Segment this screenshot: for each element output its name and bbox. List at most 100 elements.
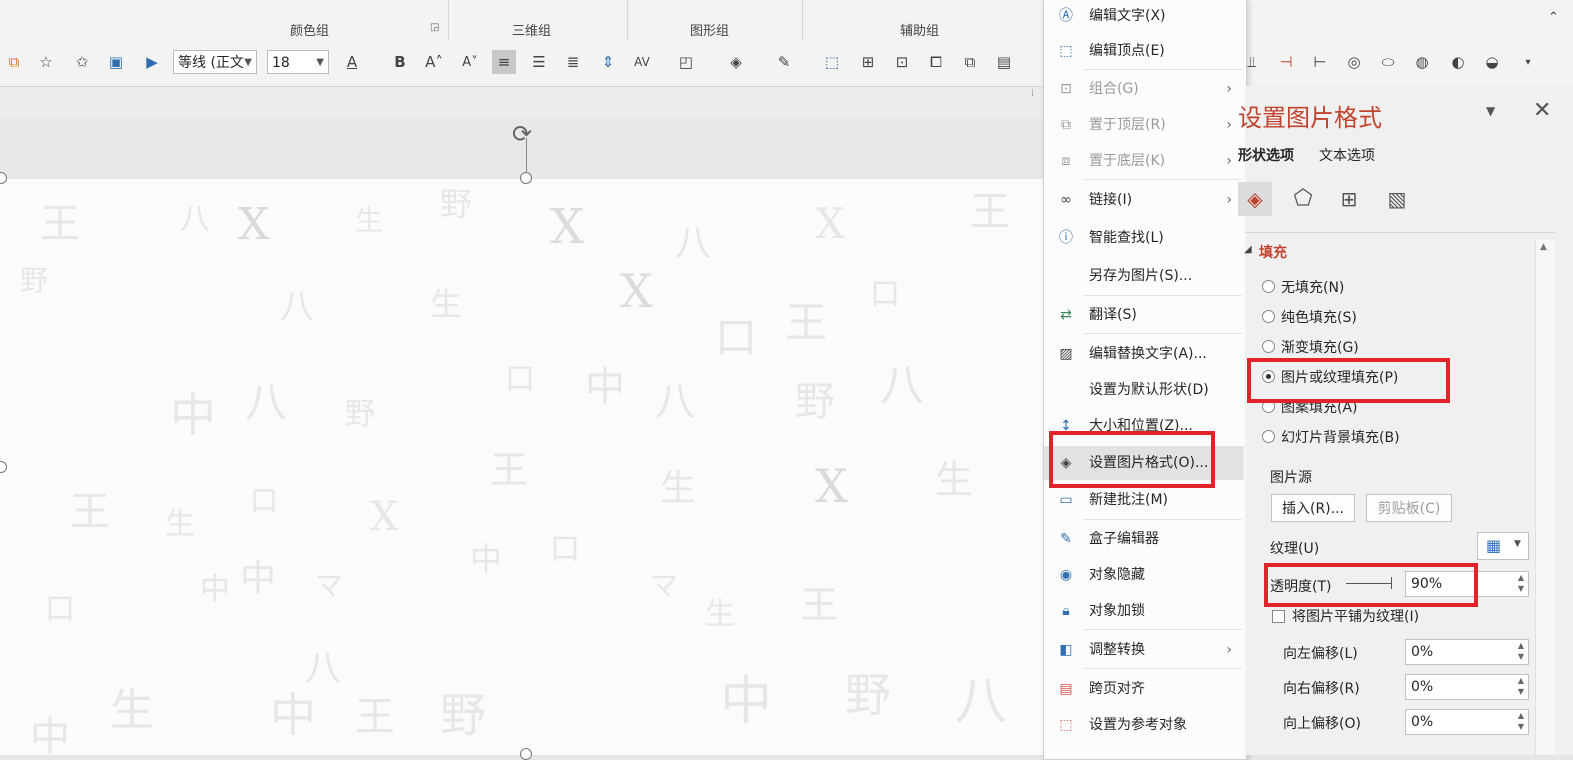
menu-item-cross-page-align[interactable]: ▤ 跨页对齐 <box>1044 674 1244 704</box>
tab-text-options[interactable]: 文本选项 <box>1319 145 1375 165</box>
font-size-select[interactable]: 18 ▼ <box>267 50 329 74</box>
menu-item-translate[interactable]: ⇄ 翻译(S) <box>1044 300 1244 330</box>
arrange-icon[interactable]: ⧠ <box>924 50 948 74</box>
play-frame-icon[interactable]: ▶ <box>140 50 164 74</box>
edit-points-icon: ⬚ <box>1059 43 1073 59</box>
more-icon[interactable]: ▾ <box>1516 50 1540 74</box>
group-icon[interactable]: ▤ <box>992 50 1016 74</box>
texture-glyph: 中 <box>470 540 503 578</box>
dialog-launcher-icon[interactable]: ◲ <box>430 22 439 33</box>
divider <box>802 0 803 40</box>
menu-item-new-comment[interactable]: ▭ 新建批注(M) <box>1044 485 1244 515</box>
menu-item-link[interactable]: ∞ 链接(I) › <box>1044 185 1244 215</box>
texture-glyph: マ <box>315 569 344 602</box>
offset-value: 0% <box>1411 679 1434 695</box>
radio-no-fill[interactable] <box>1262 280 1275 293</box>
shape-select-icon[interactable]: ⧉ <box>2 50 26 74</box>
tab-shape-options[interactable]: 形状选项 <box>1238 145 1294 165</box>
chevron-down-icon: ▼ <box>1514 539 1521 549</box>
select-icon[interactable]: ⬚ <box>820 50 844 74</box>
radio-gradient-fill[interactable] <box>1262 340 1275 353</box>
align-right-icon[interactable]: ⊣ <box>1274 50 1298 74</box>
radio-solid-fill[interactable] <box>1262 310 1275 323</box>
menu-item-hide-object[interactable]: ◉ 对象隐藏 <box>1044 560 1244 590</box>
resize-handle[interactable] <box>520 748 532 760</box>
fill-line-icon[interactable]: ◈ <box>1238 182 1272 216</box>
subtract-icon[interactable]: ◒ <box>1480 50 1504 74</box>
menu-item-edit-text[interactable]: Ⓐ 编辑文字(X) <box>1044 1 1244 31</box>
font-color-icon[interactable]: A <box>340 50 364 74</box>
menu-item-set-reference-object[interactable]: ⬚ 设置为参考对象 <box>1044 710 1244 740</box>
effects-icon[interactable]: ⬠ <box>1286 182 1320 216</box>
texture-glyph: 口 <box>715 313 758 362</box>
align-center-icon[interactable]: ≡ <box>492 50 516 74</box>
offset-right-input[interactable]: 0% ▲ ▼ <box>1405 674 1529 700</box>
combine-icon[interactable]: ◍ <box>1410 50 1434 74</box>
text-box-icon[interactable]: ▣ <box>104 50 128 74</box>
menu-item-group[interactable]: ⊡ 组合(G) › <box>1044 74 1244 104</box>
menu-item-set-default-shape[interactable]: 设置为默认形状(D) <box>1044 375 1244 405</box>
menu-item-edit-alt-text[interactable]: ▨ 编辑替换文字(A)... <box>1044 339 1244 369</box>
spinner-icon[interactable]: ▲ ▼ <box>1514 640 1528 664</box>
distribute-icon[interactable]: ⇕ <box>596 50 620 74</box>
menu-item-send-to-back[interactable]: ⧈ 置于底层(K) › <box>1044 146 1244 176</box>
ribbon-group-label: 图形组 <box>690 24 730 39</box>
offset-left-input[interactable]: 0% ▲ ▼ <box>1405 639 1529 665</box>
fill-section-heading[interactable]: 填充 <box>1259 242 1287 262</box>
menu-item-save-as-picture[interactable]: 另存为图片(S)... <box>1044 261 1244 291</box>
menu-item-lock-object[interactable]: 🔒︎ 对象加锁 <box>1044 596 1244 626</box>
shape-outline-icon[interactable]: ◰ <box>674 50 698 74</box>
resize-handle[interactable] <box>520 172 532 184</box>
spinner-icon[interactable]: ▲ ▼ <box>1514 572 1528 596</box>
align-objects-icon[interactable]: ⊡ <box>890 50 914 74</box>
tile-checkbox[interactable] <box>1272 610 1285 623</box>
ribbon-group-bar: 颜色组 ◲ 三维组 图形组 辅助组 ⌃ <box>0 0 1573 43</box>
clipboard-button[interactable]: 剪贴板(C) <box>1366 494 1452 522</box>
font-name-select[interactable]: 等线 (正文 ▼ <box>173 50 257 74</box>
spinner-icon[interactable]: ▲ ▼ <box>1514 710 1528 734</box>
menu-item-bring-to-front[interactable]: ⧉ 置于顶层(R) › <box>1044 110 1244 140</box>
intersect-icon[interactable]: ◐ <box>1446 50 1470 74</box>
union-icon[interactable]: ⬭ <box>1376 50 1400 74</box>
collapse-icon[interactable]: ⁞ <box>1031 88 1034 99</box>
close-icon[interactable]: ✕ <box>1533 98 1551 123</box>
star-icon[interactable]: ☆ <box>34 50 58 74</box>
spinner-icon[interactable]: ▲ ▼ <box>1514 675 1528 699</box>
pane-options-icon[interactable]: ▼ <box>1486 104 1495 118</box>
texture-glyph: X <box>238 199 270 250</box>
collapse-ribbon-icon[interactable]: ⌃ <box>1548 10 1559 25</box>
pen-color-icon[interactable]: ✎ <box>772 50 796 74</box>
chevron-down-icon: ▼ <box>316 57 324 68</box>
menu-item-box-editor[interactable]: ✎ 盒子编辑器 <box>1044 524 1244 554</box>
offset-top-input[interactable]: 0% ▲ ▼ <box>1405 709 1529 735</box>
fill-color-icon[interactable]: ◈ <box>724 50 748 74</box>
slide[interactable]: 王 八 X 生 野 X 八 X 王 野 八 生 X 王 口 口 中 八 野 口 … <box>0 179 1045 755</box>
pane-scrollbar[interactable]: ▲ <box>1535 240 1554 755</box>
texture-glyph: 王 <box>70 489 110 535</box>
collapse-section-icon[interactable]: ◢ <box>1244 244 1252 255</box>
picture-icon[interactable]: ▧ <box>1380 182 1414 216</box>
rotate-handle-icon[interactable]: ⟳ <box>512 120 532 148</box>
menu-item-adjust-convert[interactable]: ◧ 调整转换 › <box>1044 635 1244 665</box>
menu-item-smart-lookup[interactable]: ⓘ 智能查找(L) <box>1044 223 1244 253</box>
star-outline-icon[interactable]: ✩ <box>70 50 94 74</box>
texture-picker[interactable]: ▦ ▼ <box>1477 532 1529 560</box>
size-properties-icon[interactable]: ⊞ <box>1332 182 1366 216</box>
align-left-icon[interactable]: ≣ <box>561 50 585 74</box>
radio-slide-background-fill[interactable] <box>1262 430 1275 443</box>
grow-font-icon[interactable]: A˄ <box>422 50 446 74</box>
merge-shapes-icon[interactable]: ◎ <box>1342 50 1366 74</box>
justify-icon[interactable]: ☰ <box>527 50 551 74</box>
scroll-up-icon[interactable]: ▲ <box>1540 242 1547 252</box>
char-spacing-icon[interactable]: AV <box>630 50 654 74</box>
bold-icon[interactable]: B <box>388 50 412 74</box>
align-objects-icon[interactable]: ⊞ <box>856 50 880 74</box>
texture-glyph: 生 <box>165 507 195 542</box>
menu-item-edit-points[interactable]: ⬚ 编辑顶点(E) <box>1044 36 1244 66</box>
menu-item-label: 翻译(S) <box>1089 307 1137 323</box>
insert-button[interactable]: 插入(R)... <box>1271 494 1355 522</box>
shrink-font-icon[interactable]: A˅ <box>458 50 482 74</box>
arrange-icon[interactable]: ⧉ <box>958 50 982 74</box>
align-left-icon[interactable]: ⊢ <box>1308 50 1332 74</box>
menu-separator <box>1084 69 1242 70</box>
